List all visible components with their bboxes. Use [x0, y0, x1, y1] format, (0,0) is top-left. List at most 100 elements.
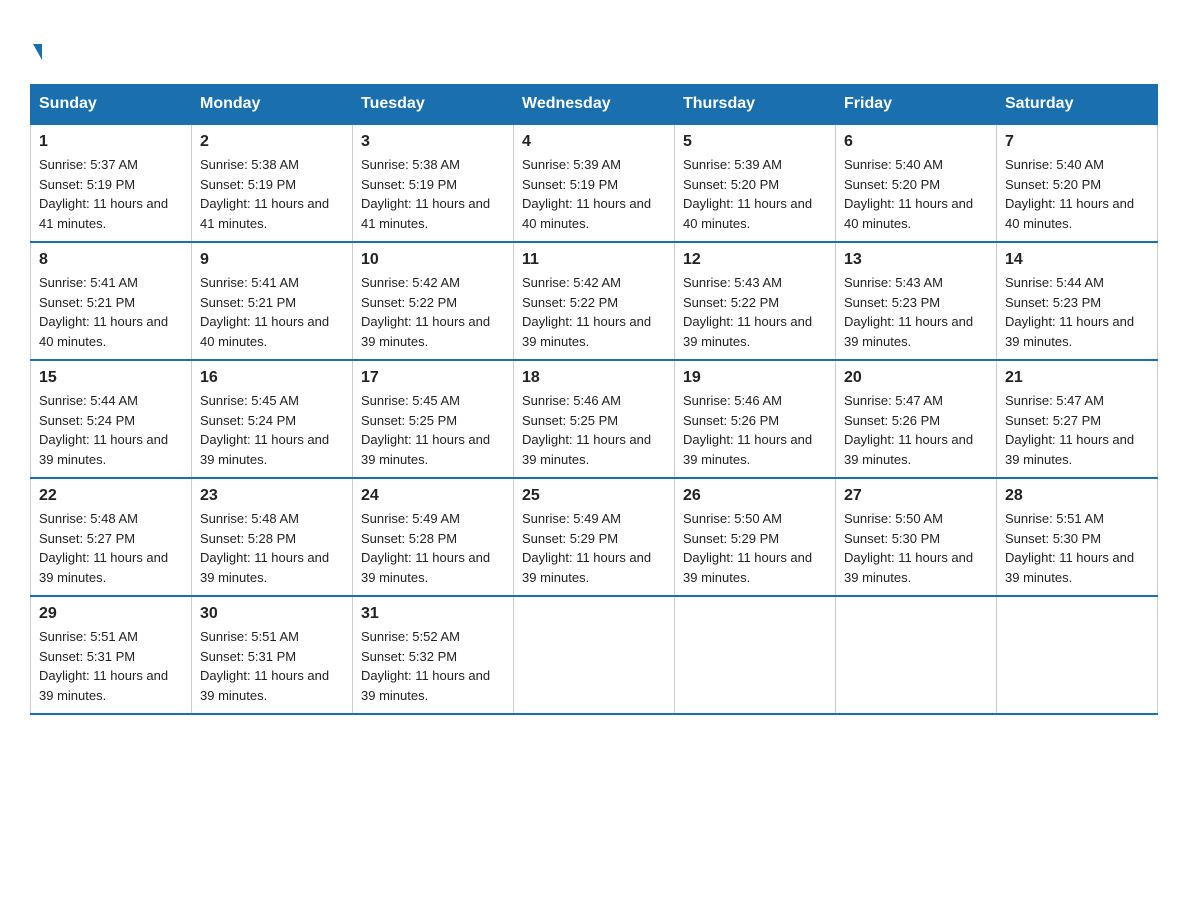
calendar-header-row: SundayMondayTuesdayWednesdayThursdayFrid… — [31, 85, 1158, 125]
calendar-cell: 14 Sunrise: 5:44 AM Sunset: 5:23 PM Dayl… — [997, 242, 1158, 360]
calendar-cell: 2 Sunrise: 5:38 AM Sunset: 5:19 PM Dayli… — [192, 124, 353, 242]
day-info: Sunrise: 5:49 AM Sunset: 5:29 PM Dayligh… — [522, 509, 666, 587]
day-number: 5 — [683, 133, 827, 151]
day-number: 23 — [200, 487, 344, 505]
day-info: Sunrise: 5:38 AM Sunset: 5:19 PM Dayligh… — [361, 155, 505, 233]
day-info: Sunrise: 5:46 AM Sunset: 5:26 PM Dayligh… — [683, 391, 827, 469]
day-info: Sunrise: 5:50 AM Sunset: 5:30 PM Dayligh… — [844, 509, 988, 587]
day-number: 19 — [683, 369, 827, 387]
calendar-cell: 11 Sunrise: 5:42 AM Sunset: 5:22 PM Dayl… — [514, 242, 675, 360]
column-header-monday: Monday — [192, 85, 353, 125]
calendar-week-row: 1 Sunrise: 5:37 AM Sunset: 5:19 PM Dayli… — [31, 124, 1158, 242]
day-info: Sunrise: 5:48 AM Sunset: 5:27 PM Dayligh… — [39, 509, 183, 587]
calendar-cell — [514, 596, 675, 714]
calendar-cell: 30 Sunrise: 5:51 AM Sunset: 5:31 PM Dayl… — [192, 596, 353, 714]
day-info: Sunrise: 5:46 AM Sunset: 5:25 PM Dayligh… — [522, 391, 666, 469]
calendar-cell: 4 Sunrise: 5:39 AM Sunset: 5:19 PM Dayli… — [514, 124, 675, 242]
calendar-cell: 12 Sunrise: 5:43 AM Sunset: 5:22 PM Dayl… — [675, 242, 836, 360]
column-header-sunday: Sunday — [31, 85, 192, 125]
day-number: 13 — [844, 251, 988, 269]
calendar-cell: 21 Sunrise: 5:47 AM Sunset: 5:27 PM Dayl… — [997, 360, 1158, 478]
page-header — [30, 30, 1158, 64]
day-number: 25 — [522, 487, 666, 505]
day-info: Sunrise: 5:45 AM Sunset: 5:24 PM Dayligh… — [200, 391, 344, 469]
day-info: Sunrise: 5:38 AM Sunset: 5:19 PM Dayligh… — [200, 155, 344, 233]
calendar-cell: 20 Sunrise: 5:47 AM Sunset: 5:26 PM Dayl… — [836, 360, 997, 478]
day-number: 10 — [361, 251, 505, 269]
calendar-cell: 26 Sunrise: 5:50 AM Sunset: 5:29 PM Dayl… — [675, 478, 836, 596]
calendar-week-row: 15 Sunrise: 5:44 AM Sunset: 5:24 PM Dayl… — [31, 360, 1158, 478]
day-info: Sunrise: 5:48 AM Sunset: 5:28 PM Dayligh… — [200, 509, 344, 587]
logo-general-text — [30, 30, 42, 64]
calendar-cell: 19 Sunrise: 5:46 AM Sunset: 5:26 PM Dayl… — [675, 360, 836, 478]
day-info: Sunrise: 5:40 AM Sunset: 5:20 PM Dayligh… — [844, 155, 988, 233]
calendar-cell: 10 Sunrise: 5:42 AM Sunset: 5:22 PM Dayl… — [353, 242, 514, 360]
day-info: Sunrise: 5:40 AM Sunset: 5:20 PM Dayligh… — [1005, 155, 1149, 233]
day-number: 1 — [39, 133, 183, 151]
day-info: Sunrise: 5:45 AM Sunset: 5:25 PM Dayligh… — [361, 391, 505, 469]
day-number: 22 — [39, 487, 183, 505]
day-number: 14 — [1005, 251, 1149, 269]
day-number: 28 — [1005, 487, 1149, 505]
calendar-cell: 22 Sunrise: 5:48 AM Sunset: 5:27 PM Dayl… — [31, 478, 192, 596]
calendar-cell: 29 Sunrise: 5:51 AM Sunset: 5:31 PM Dayl… — [31, 596, 192, 714]
day-info: Sunrise: 5:47 AM Sunset: 5:26 PM Dayligh… — [844, 391, 988, 469]
column-header-wednesday: Wednesday — [514, 85, 675, 125]
calendar-cell: 24 Sunrise: 5:49 AM Sunset: 5:28 PM Dayl… — [353, 478, 514, 596]
day-number: 11 — [522, 251, 666, 269]
calendar-week-row: 8 Sunrise: 5:41 AM Sunset: 5:21 PM Dayli… — [31, 242, 1158, 360]
day-number: 24 — [361, 487, 505, 505]
day-info: Sunrise: 5:51 AM Sunset: 5:31 PM Dayligh… — [200, 627, 344, 705]
day-info: Sunrise: 5:39 AM Sunset: 5:20 PM Dayligh… — [683, 155, 827, 233]
day-info: Sunrise: 5:44 AM Sunset: 5:23 PM Dayligh… — [1005, 273, 1149, 351]
calendar-cell: 18 Sunrise: 5:46 AM Sunset: 5:25 PM Dayl… — [514, 360, 675, 478]
day-info: Sunrise: 5:37 AM Sunset: 5:19 PM Dayligh… — [39, 155, 183, 233]
calendar-table: SundayMondayTuesdayWednesdayThursdayFrid… — [30, 84, 1158, 715]
day-info: Sunrise: 5:41 AM Sunset: 5:21 PM Dayligh… — [200, 273, 344, 351]
day-info: Sunrise: 5:43 AM Sunset: 5:22 PM Dayligh… — [683, 273, 827, 351]
day-number: 20 — [844, 369, 988, 387]
day-info: Sunrise: 5:41 AM Sunset: 5:21 PM Dayligh… — [39, 273, 183, 351]
calendar-cell: 9 Sunrise: 5:41 AM Sunset: 5:21 PM Dayli… — [192, 242, 353, 360]
column-header-saturday: Saturday — [997, 85, 1158, 125]
day-info: Sunrise: 5:52 AM Sunset: 5:32 PM Dayligh… — [361, 627, 505, 705]
day-info: Sunrise: 5:43 AM Sunset: 5:23 PM Dayligh… — [844, 273, 988, 351]
day-info: Sunrise: 5:39 AM Sunset: 5:19 PM Dayligh… — [522, 155, 666, 233]
day-number: 31 — [361, 605, 505, 623]
calendar-cell: 25 Sunrise: 5:49 AM Sunset: 5:29 PM Dayl… — [514, 478, 675, 596]
column-header-thursday: Thursday — [675, 85, 836, 125]
column-header-friday: Friday — [836, 85, 997, 125]
day-info: Sunrise: 5:49 AM Sunset: 5:28 PM Dayligh… — [361, 509, 505, 587]
calendar-cell: 17 Sunrise: 5:45 AM Sunset: 5:25 PM Dayl… — [353, 360, 514, 478]
day-number: 27 — [844, 487, 988, 505]
calendar-cell: 6 Sunrise: 5:40 AM Sunset: 5:20 PM Dayli… — [836, 124, 997, 242]
day-number: 16 — [200, 369, 344, 387]
day-info: Sunrise: 5:42 AM Sunset: 5:22 PM Dayligh… — [522, 273, 666, 351]
calendar-cell: 27 Sunrise: 5:50 AM Sunset: 5:30 PM Dayl… — [836, 478, 997, 596]
day-number: 18 — [522, 369, 666, 387]
day-info: Sunrise: 5:47 AM Sunset: 5:27 PM Dayligh… — [1005, 391, 1149, 469]
day-info: Sunrise: 5:44 AM Sunset: 5:24 PM Dayligh… — [39, 391, 183, 469]
calendar-cell: 31 Sunrise: 5:52 AM Sunset: 5:32 PM Dayl… — [353, 596, 514, 714]
calendar-cell — [836, 596, 997, 714]
day-info: Sunrise: 5:51 AM Sunset: 5:30 PM Dayligh… — [1005, 509, 1149, 587]
day-number: 17 — [361, 369, 505, 387]
day-number: 3 — [361, 133, 505, 151]
calendar-cell: 13 Sunrise: 5:43 AM Sunset: 5:23 PM Dayl… — [836, 242, 997, 360]
calendar-week-row: 22 Sunrise: 5:48 AM Sunset: 5:27 PM Dayl… — [31, 478, 1158, 596]
calendar-cell — [997, 596, 1158, 714]
day-number: 7 — [1005, 133, 1149, 151]
calendar-cell: 28 Sunrise: 5:51 AM Sunset: 5:30 PM Dayl… — [997, 478, 1158, 596]
day-number: 29 — [39, 605, 183, 623]
day-number: 4 — [522, 133, 666, 151]
day-number: 9 — [200, 251, 344, 269]
calendar-cell: 5 Sunrise: 5:39 AM Sunset: 5:20 PM Dayli… — [675, 124, 836, 242]
calendar-cell: 23 Sunrise: 5:48 AM Sunset: 5:28 PM Dayl… — [192, 478, 353, 596]
day-number: 8 — [39, 251, 183, 269]
day-info: Sunrise: 5:42 AM Sunset: 5:22 PM Dayligh… — [361, 273, 505, 351]
day-info: Sunrise: 5:50 AM Sunset: 5:29 PM Dayligh… — [683, 509, 827, 587]
day-number: 15 — [39, 369, 183, 387]
logo — [30, 30, 42, 64]
day-number: 30 — [200, 605, 344, 623]
logo-triangle-icon — [33, 44, 42, 60]
